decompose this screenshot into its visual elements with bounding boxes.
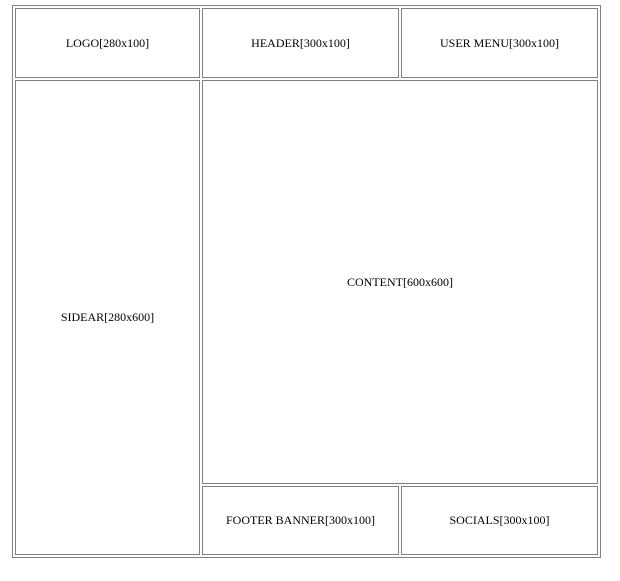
user-menu-cell: USER MENU[300x100] — [401, 8, 598, 78]
footer-banner-cell: FOOTER BANNER[300x100] — [202, 486, 399, 555]
middle-row: SIDEAR[280x600] CONTENT[600x600] — [15, 80, 598, 555]
header-cell: HEADER[300x100] — [202, 8, 399, 78]
socials-cell: SOCIALS[300x100] — [401, 486, 598, 555]
user-menu-label: USER MENU[300x100] — [440, 35, 559, 50]
footer-banner-label: FOOTER BANNER[300x100] — [226, 513, 375, 527]
logo-cell: LOGO[280x100] — [15, 8, 200, 78]
header-label: HEADER[300x100] — [251, 35, 350, 50]
logo-label: LOGO[280x100] — [65, 35, 150, 50]
content-label: CONTENT[600x600] — [347, 274, 453, 289]
socials-label: SOCIALS[300x100] — [449, 513, 550, 527]
content-cell: CONTENT[600x600] — [202, 80, 598, 484]
sidebar-label: SIDEAR[280x600] — [60, 310, 155, 324]
layout-grid: LOGO[280x100] HEADER[300x100] USER MENU[… — [12, 5, 601, 558]
sidebar-cell: SIDEAR[280x600] — [15, 80, 200, 555]
top-row: LOGO[280x100] HEADER[300x100] USER MENU[… — [15, 8, 598, 78]
